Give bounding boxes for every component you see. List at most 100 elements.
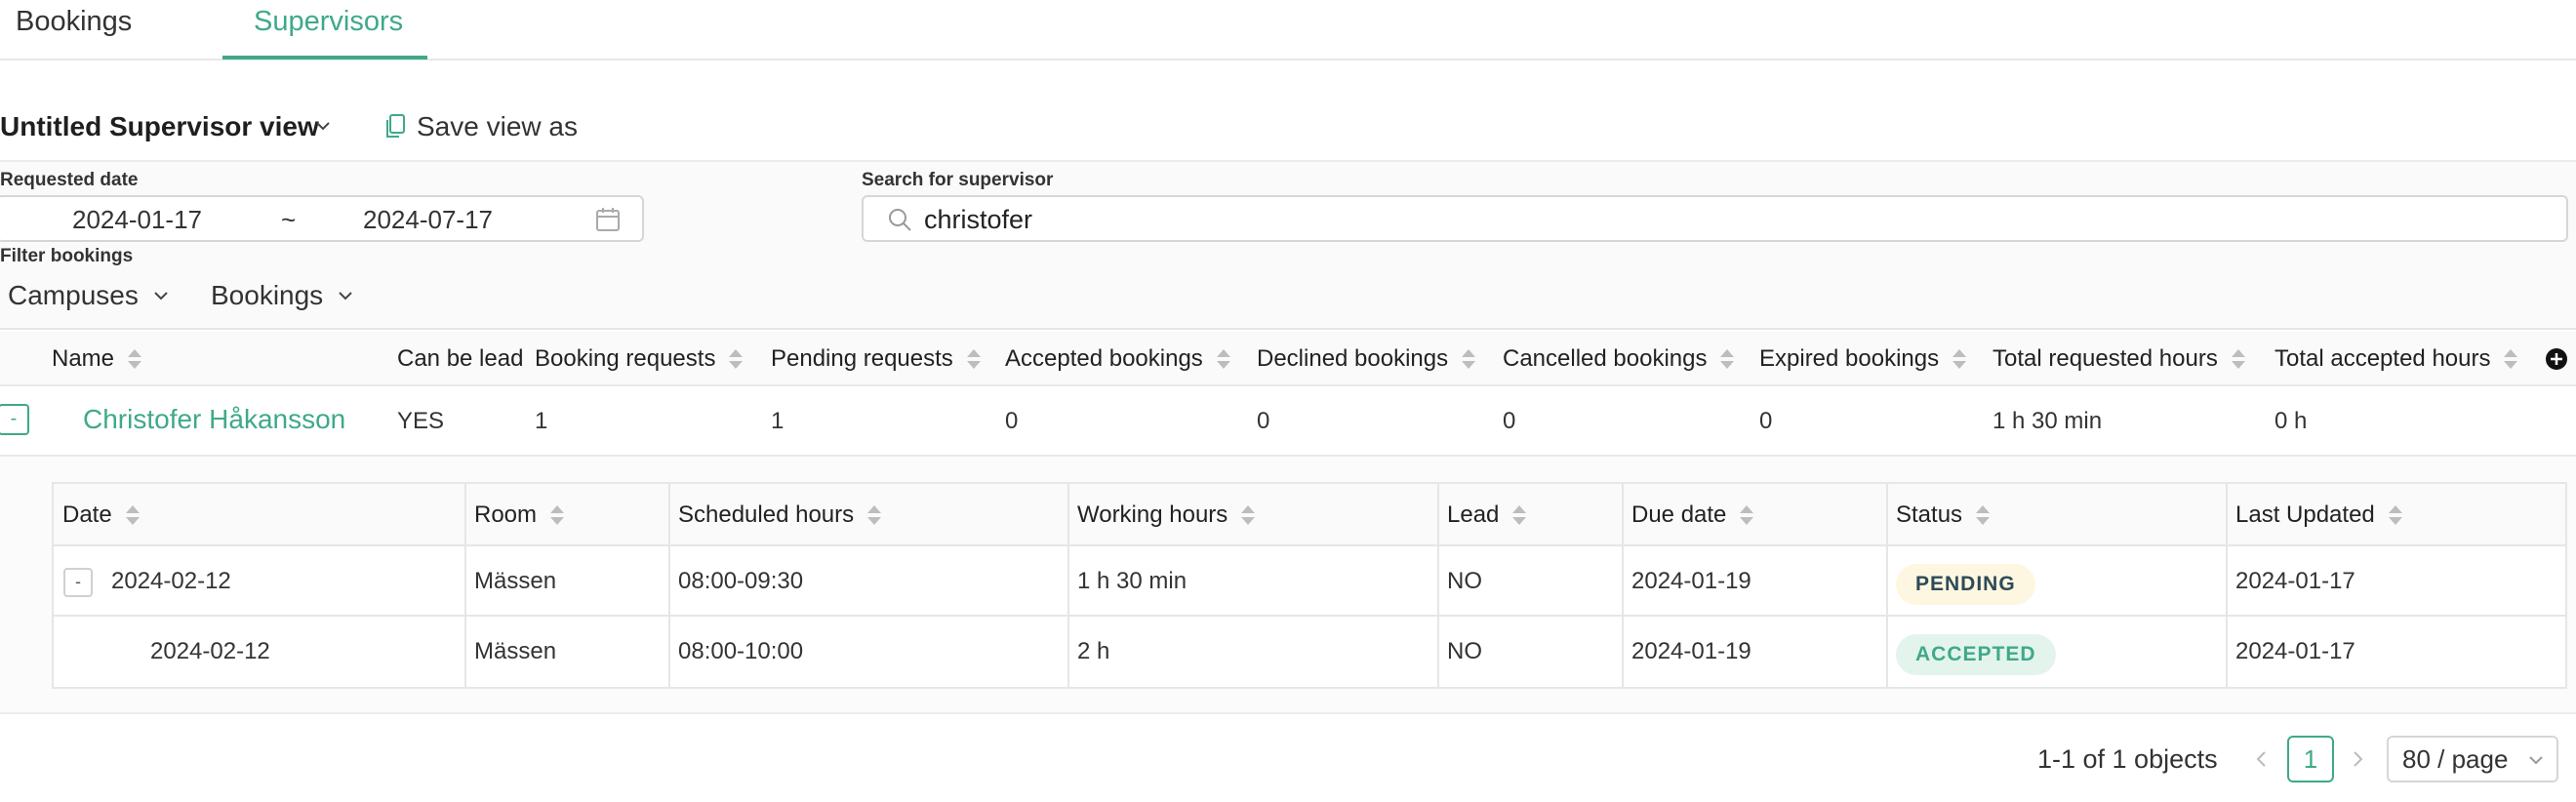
filter-panel <box>0 160 2576 330</box>
campuses-label: Campuses <box>8 280 139 310</box>
view-chevron-down-icon[interactable] <box>314 117 332 135</box>
active-tab-indicator <box>222 56 427 60</box>
sort-icon[interactable] <box>2231 348 2245 371</box>
search-icon <box>889 209 911 231</box>
sort-icon[interactable] <box>1241 504 1256 527</box>
booking-working-hours: 1 h 30 min <box>1077 568 1187 594</box>
requested-date-label: Requested date <box>0 170 139 190</box>
column-divider <box>1886 484 1888 687</box>
booking-requests-value: 1 <box>535 408 548 434</box>
booking-scheduled-hours: 08:00-09:30 <box>678 568 804 594</box>
col-can-be-lead: Can be lead <box>397 345 524 372</box>
booking-room: Mässen <box>474 638 557 664</box>
sort-icon[interactable] <box>1512 504 1527 527</box>
table-row: 2024-02-12 Mässen 08:00-10:00 2 h NO 202… <box>54 617 2565 687</box>
collapse-row-button[interactable]: - <box>0 404 29 435</box>
total-accepted-hours-value: 0 h <box>2274 408 2308 434</box>
cancelled-bookings-value: 0 <box>1503 408 1516 434</box>
sort-icon[interactable] <box>128 348 142 371</box>
col-cancelled-bookings[interactable]: Cancelled bookings <box>1503 345 1735 373</box>
col-total-accepted-hours[interactable]: Total accepted hours <box>2274 345 2518 373</box>
chevron-down-icon <box>339 292 352 301</box>
column-divider <box>464 484 466 687</box>
search-supervisor-label: Search for supervisor <box>862 170 1054 190</box>
col-expired-bookings[interactable]: Expired bookings <box>1759 345 1967 373</box>
pending-requests-value: 1 <box>771 408 785 434</box>
accepted-bookings-value: 0 <box>1005 408 1019 434</box>
page-number-button[interactable]: 1 <box>2287 736 2334 782</box>
col-scheduled-hours[interactable]: Scheduled hours <box>678 501 882 529</box>
sort-icon[interactable] <box>1976 504 1991 527</box>
booking-working-hours: 2 h <box>1077 638 1110 664</box>
chevron-down-icon <box>154 292 168 301</box>
col-total-requested-hours[interactable]: Total requested hours <box>1992 345 2245 373</box>
bookings-dropdown[interactable]: Bookings <box>211 278 354 313</box>
column-divider <box>668 484 670 687</box>
search-value: christofer <box>924 205 1033 234</box>
date-separator: ~ <box>281 205 297 234</box>
col-name[interactable]: Name <box>52 345 142 373</box>
calendar-icon[interactable] <box>595 207 621 232</box>
sort-icon[interactable] <box>966 348 981 371</box>
booking-due-date: 2024-01-19 <box>1631 638 1751 664</box>
sort-icon[interactable] <box>1462 348 1476 371</box>
booking-due-date: 2024-01-19 <box>1631 568 1751 594</box>
col-status[interactable]: Status <box>1896 501 1991 529</box>
page-size-select[interactable]: 80 / page <box>2387 736 2558 782</box>
col-due-date[interactable]: Due date <box>1631 501 1754 529</box>
sort-icon[interactable] <box>2388 504 2402 527</box>
sort-icon[interactable] <box>550 504 565 527</box>
supervisor-name-link[interactable]: Christofer Håkansson <box>83 406 345 433</box>
can-be-lead-value: YES <box>397 408 445 434</box>
column-divider <box>1067 484 1069 687</box>
date-to[interactable]: 2024-07-17 <box>363 205 493 235</box>
sort-icon[interactable] <box>1952 348 1967 371</box>
next-page-icon[interactable] <box>2350 749 2365 769</box>
status-badge: PENDING <box>1896 564 2035 605</box>
add-column-icon[interactable] <box>2545 347 2568 371</box>
booking-date: 2024-02-12 <box>111 568 231 594</box>
prev-page-icon[interactable] <box>2254 749 2270 769</box>
date-range-picker[interactable]: 2024-01-17 ~ 2024-07-17 <box>0 195 644 242</box>
expired-bookings-value: 0 <box>1759 408 1773 434</box>
col-declined-bookings[interactable]: Declined bookings <box>1257 345 1476 373</box>
column-divider <box>1437 484 1439 687</box>
pagination-summary: 1-1 of 1 objects <box>2037 744 2218 774</box>
view-title[interactable]: Untitled Supervisor view <box>0 109 319 144</box>
tab-bar: Bookings Supervisors <box>0 0 2576 60</box>
search-supervisor-input[interactable]: christofer <box>862 195 2568 242</box>
status-badge: ACCEPTED <box>1896 634 2056 675</box>
sort-icon[interactable] <box>2504 348 2518 371</box>
sort-icon[interactable] <box>867 504 882 527</box>
date-from[interactable]: 2024-01-17 <box>72 205 202 235</box>
supervisors-table-header: Name Can be lead Booking requests Pendin… <box>0 332 2576 386</box>
sort-icon[interactable] <box>125 504 140 527</box>
col-accepted-bookings[interactable]: Accepted bookings <box>1005 345 1230 373</box>
column-divider <box>2226 484 2228 687</box>
tab-supervisors[interactable]: Supervisors <box>254 0 403 60</box>
booking-date: 2024-02-12 <box>150 638 270 664</box>
col-pending-requests[interactable]: Pending requests <box>771 345 981 373</box>
col-lead[interactable]: Lead <box>1447 501 1527 529</box>
col-room[interactable]: Room <box>474 501 565 529</box>
sort-icon[interactable] <box>729 348 744 371</box>
col-working-hours[interactable]: Working hours <box>1077 501 1256 529</box>
booking-lead: NO <box>1447 568 1482 594</box>
subtable-header: Date Room Scheduled hours Working hours … <box>54 484 2565 546</box>
save-view-button[interactable]: Save view as <box>383 109 578 144</box>
sort-icon[interactable] <box>1216 348 1230 371</box>
total-requested-hours-value: 1 h 30 min <box>1992 408 2103 434</box>
booking-scheduled-hours: 08:00-10:00 <box>678 638 804 664</box>
filter-bookings-label: Filter bookings <box>0 246 134 266</box>
col-booking-requests[interactable]: Booking requests <box>535 345 744 373</box>
col-date[interactable]: Date <box>62 501 140 529</box>
sort-icon[interactable] <box>1720 348 1735 371</box>
collapse-subrow-button[interactable]: - <box>63 568 93 597</box>
sort-icon[interactable] <box>1740 504 1754 527</box>
tab-bookings[interactable]: Bookings <box>16 0 132 60</box>
campuses-dropdown[interactable]: Campuses <box>8 278 170 313</box>
bookings-filter-label: Bookings <box>211 280 324 310</box>
chevron-down-icon <box>2529 756 2543 765</box>
booking-room: Mässen <box>474 568 557 594</box>
col-last-updated[interactable]: Last Updated <box>2235 501 2402 529</box>
